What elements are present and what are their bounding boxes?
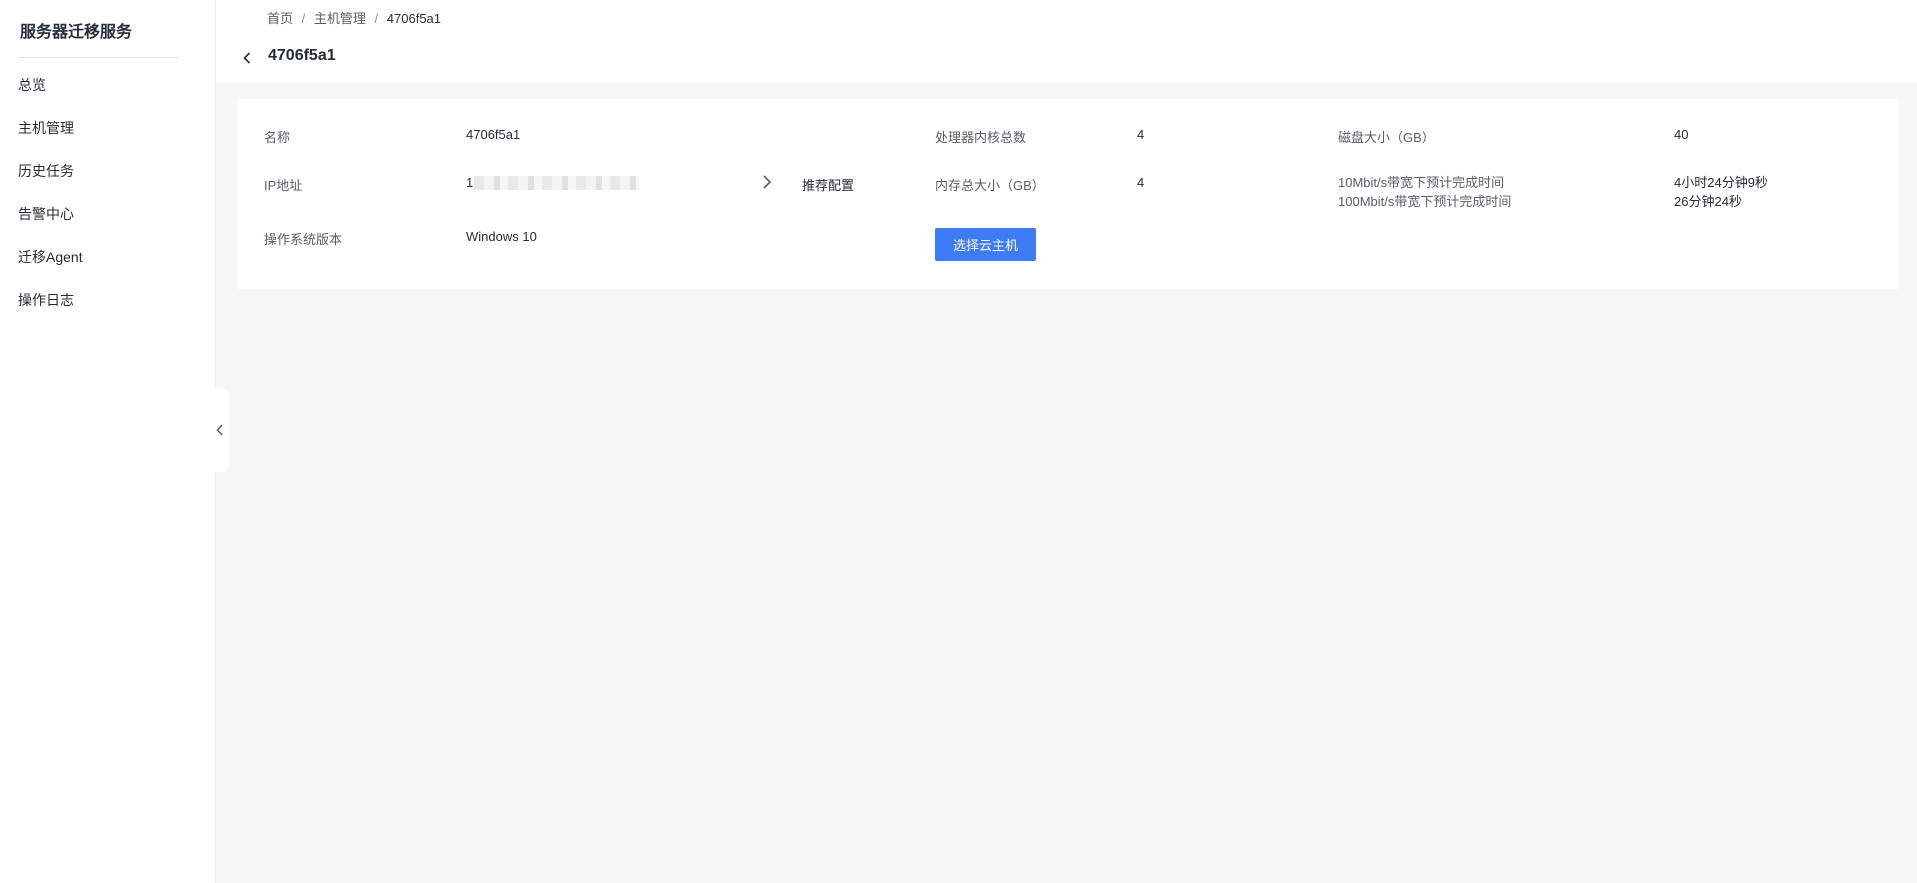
sidebar-nav: 总览 主机管理 历史任务 告警中心 迁移Agent 操作日志 [0,64,215,322]
breadcrumb: 首页 / 主机管理 / 4706f5a1 [267,8,441,27]
chevron-right-icon [763,175,772,189]
sidebar: 服务器迁移服务 总览 主机管理 历史任务 告警中心 迁移Agent 操作日志 [0,0,216,883]
estimate-10m-label: 10Mbit/s带宽下预计完成时间 [1338,175,1505,190]
sidebar-item-overview[interactable]: 总览 [0,64,215,107]
page-header: 首页 / 主机管理 / 4706f5a1 4706f5a1 [216,0,1917,82]
page-title: 4706f5a1 [268,47,336,64]
os-value: Windows 10 [466,229,537,244]
ip-label: IP地址 [264,178,303,193]
app-root: 服务器迁移服务 总览 主机管理 历史任务 告警中心 迁移Agent 操作日志 首… [0,0,1917,883]
breadcrumb-host-management[interactable]: 主机管理 [314,11,366,26]
estimate-time-values: 4小时24分钟9秒 26分钟24秒 [1674,173,1768,211]
name-label: 名称 [264,130,291,145]
breadcrumb-separator: / [301,11,306,26]
breadcrumb-home[interactable]: 首页 [267,11,293,26]
cpu-cores-label: 处理器内核总数 [935,130,1027,145]
chevron-left-icon [243,52,251,64]
sidebar-collapse-button[interactable] [210,388,229,472]
recommend-expand-button[interactable] [759,172,775,192]
memory-value: 4 [1137,175,1145,190]
sidebar-item-history-tasks[interactable]: 历史任务 [0,150,215,193]
chevron-left-icon [215,424,223,436]
disk-size-label: 磁盘大小（GB） [1338,130,1435,145]
recommend-config-label: 推荐配置 [802,178,855,193]
sidebar-item-operation-log[interactable]: 操作日志 [0,279,215,322]
sidebar-title: 服务器迁移服务 [20,24,133,41]
estimate-10m-value: 4小时24分钟9秒 [1674,175,1768,190]
select-cloud-host-button[interactable]: 选择云主机 [935,228,1036,261]
estimate-100m-label: 100Mbit/s带宽下预计完成时间 [1338,194,1512,209]
estimate-100m-value: 26分钟24秒 [1674,194,1742,209]
disk-size-value: 40 [1674,127,1689,142]
name-value: 4706f5a1 [466,127,521,142]
sidebar-item-host-management[interactable]: 主机管理 [0,107,215,150]
os-label: 操作系统版本 [264,232,343,247]
sidebar-item-alert-center[interactable]: 告警中心 [0,193,215,236]
memory-label: 内存总大小（GB） [935,178,1045,193]
sidebar-divider [18,57,178,58]
back-button[interactable] [238,49,256,67]
host-detail-card: 名称 4706f5a1 IP地址 1 操作系统版本 Windows 10 推荐配… [238,99,1898,289]
breadcrumb-current: 4706f5a1 [386,11,442,26]
breadcrumb-separator: / [374,11,379,26]
cpu-cores-value: 4 [1137,127,1145,142]
sidebar-item-migration-agent[interactable]: 迁移Agent [0,236,215,279]
estimate-time-labels: 10Mbit/s带宽下预计完成时间 100Mbit/s带宽下预计完成时间 [1338,173,1511,211]
ip-value-masked [474,176,639,190]
ip-value: 1 [466,175,474,190]
